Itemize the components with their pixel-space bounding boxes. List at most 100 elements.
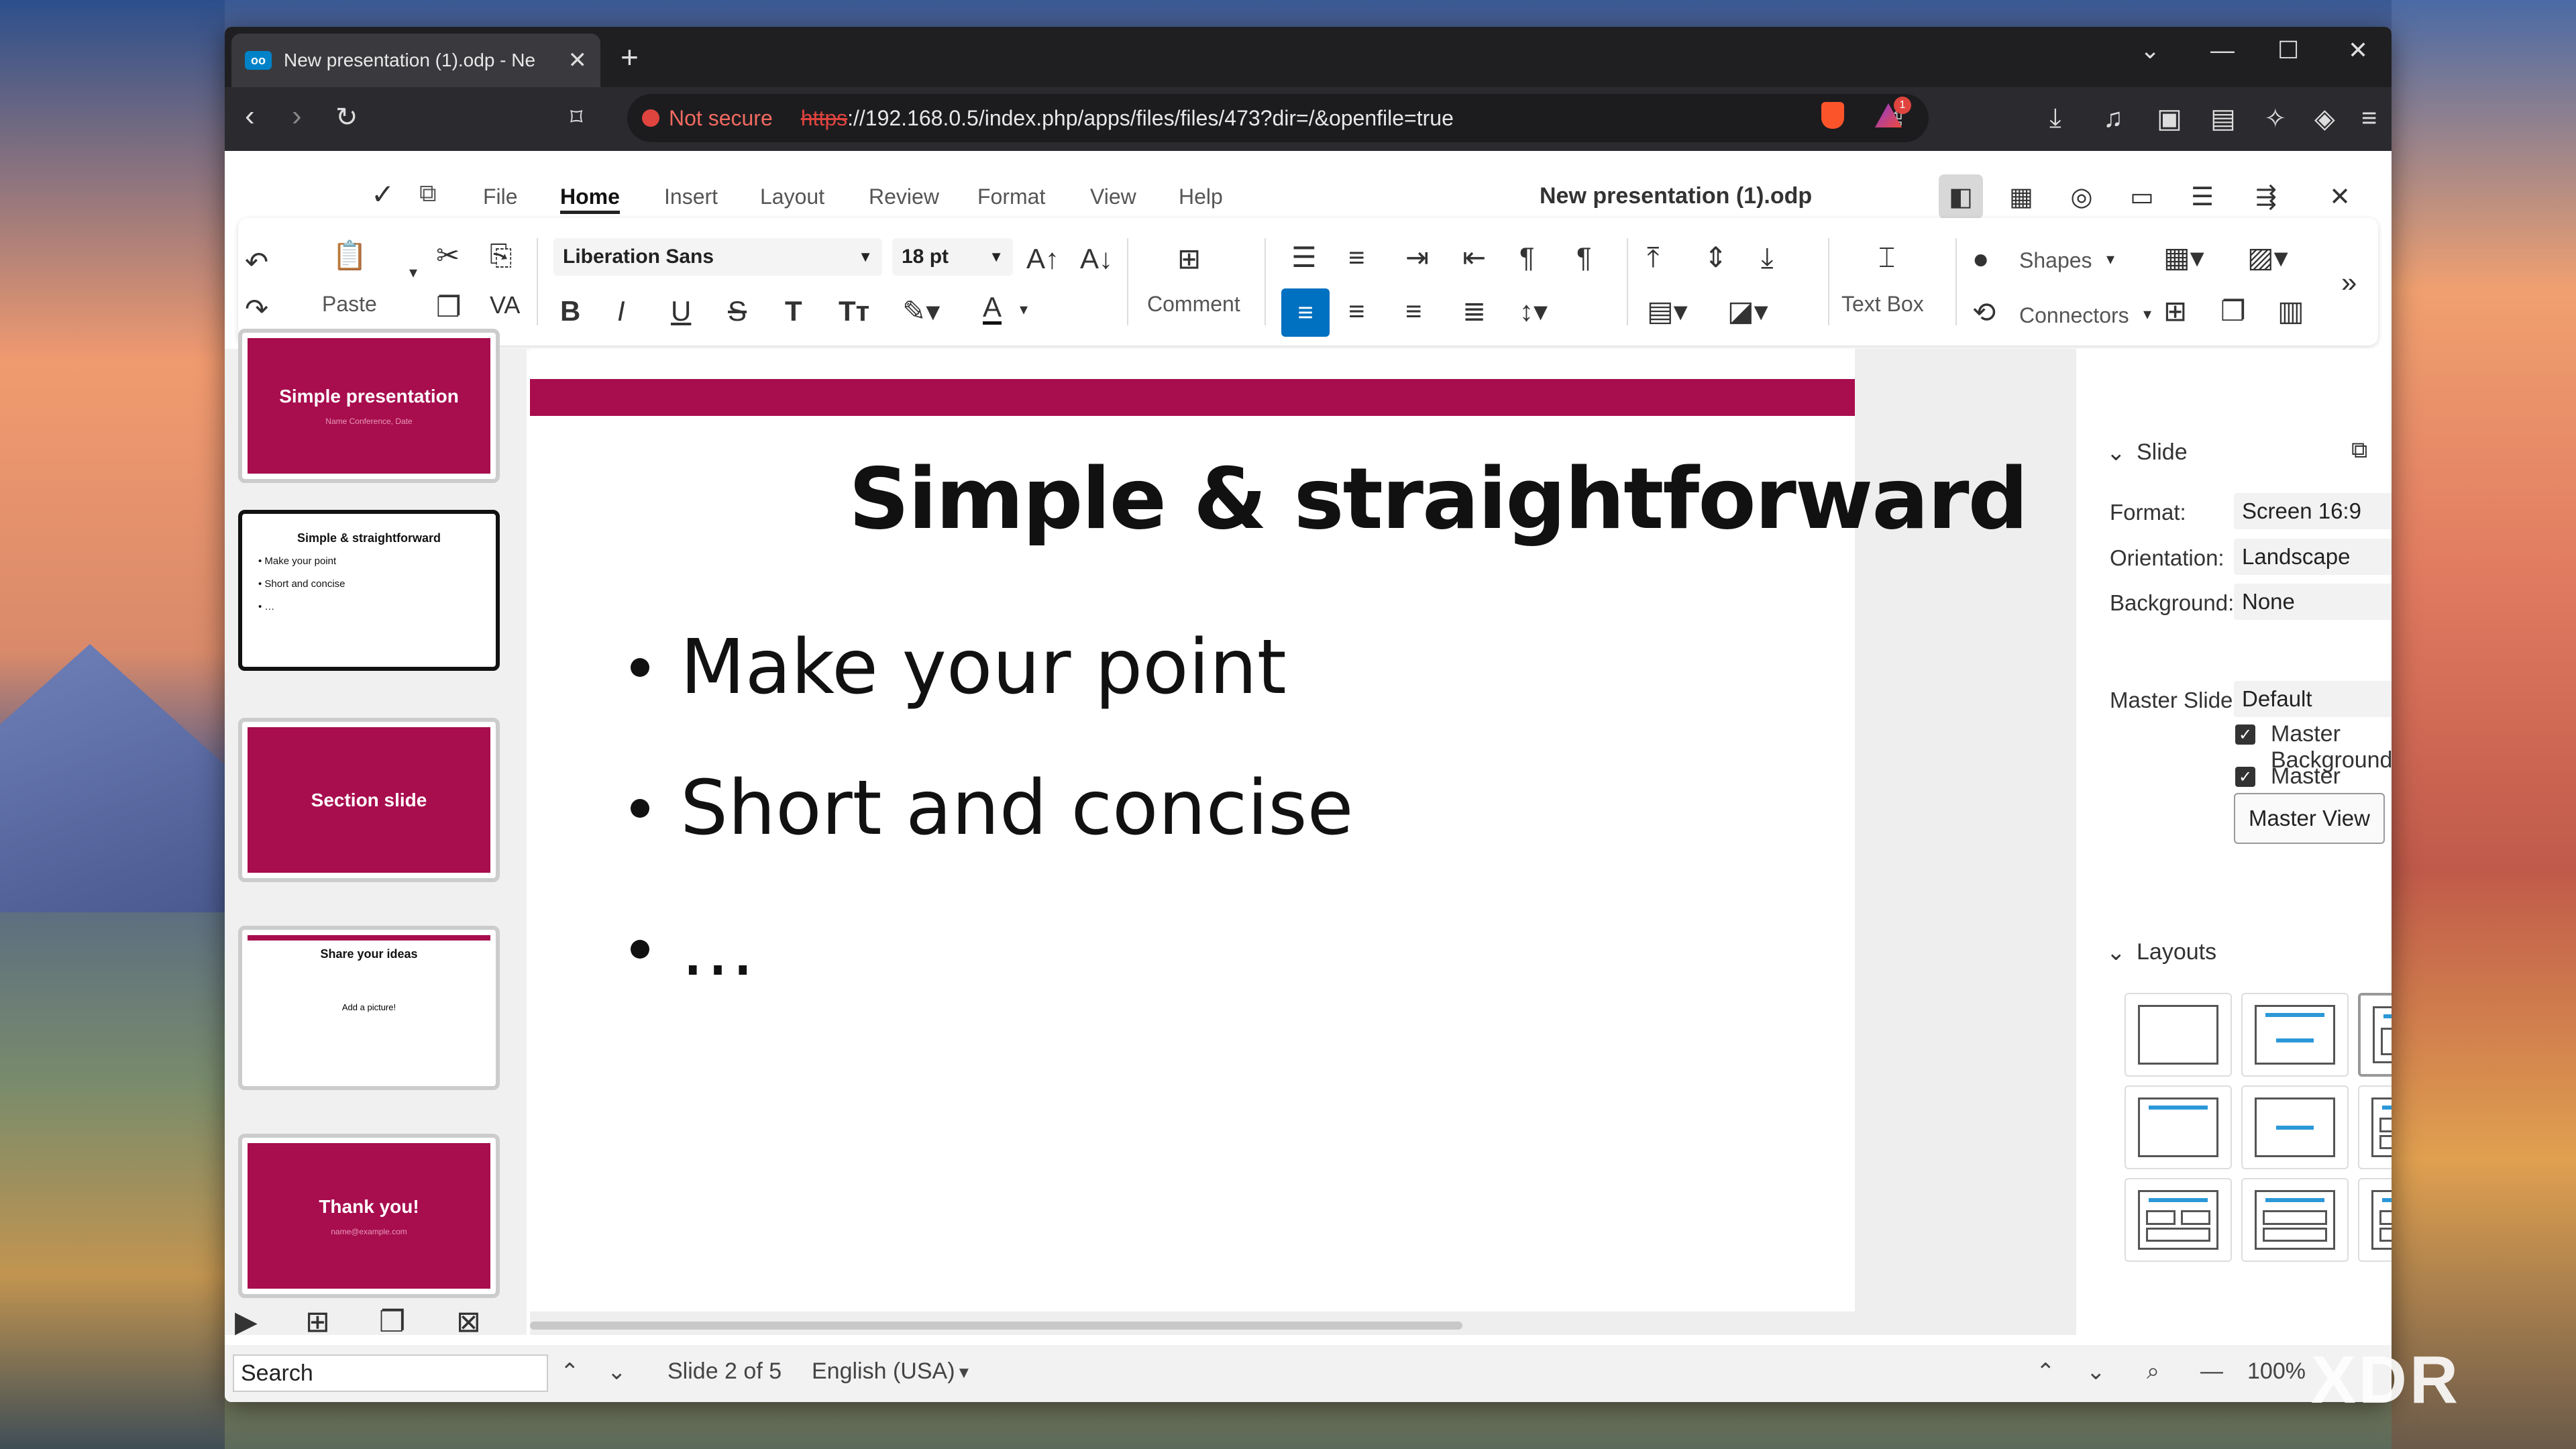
line-style-icon[interactable]: ▤▾ [1647,297,1688,325]
slide-thumbnail-5[interactable]: Thank you! name@example.com [238,1134,500,1298]
menu-icon[interactable]: ≡ [2361,103,2377,133]
master-objects-checkbox[interactable]: ✓ [2235,767,2255,787]
horizontal-scrollbar[interactable] [530,1322,1462,1330]
layout-title-2content-content[interactable] [2358,1085,2392,1169]
search-prev-icon[interactable]: ⌃ [560,1358,580,1385]
not-secure-label[interactable]: Not secure [669,106,773,131]
layout-title-4content[interactable] [2358,1178,2392,1262]
bookmark-icon[interactable]: ⌑ [570,103,582,131]
close-window-icon[interactable]: ✕ [2348,36,2368,64]
layout-blank[interactable] [2125,993,2232,1077]
shapes-label[interactable]: Shapes [2019,248,2092,273]
align-top-icon[interactable]: ⤒ [1647,244,1660,272]
decrease-indent-icon[interactable]: ⇤ [1462,244,1486,272]
more-icon[interactable]: » [2341,268,2357,297]
slide-bullet[interactable]: … [631,906,755,993]
slide-thumbnail-2[interactable]: Simple & straightforward • Make your poi… [238,510,500,671]
delete-slide-icon[interactable]: ⊠ [456,1305,481,1339]
slide-bullet[interactable]: Make your point [631,624,1287,711]
download-icon[interactable]: ⤓ [2049,103,2061,133]
zoom-out-icon[interactable]: — [2200,1358,2223,1385]
comment-icon[interactable]: ⊞ [1177,245,1201,273]
chart-icon[interactable]: ▥ [2277,297,2304,325]
brave-shield-icon[interactable] [1821,102,1844,129]
undo-icon[interactable]: ↶ [245,248,268,276]
search-input[interactable] [233,1354,548,1392]
rtl-icon[interactable]: ¶ [1576,244,1592,272]
master-background-checkbox[interactable]: ✓ [2235,724,2255,745]
language-select[interactable]: English (USA) [812,1358,955,1385]
new-slide-icon[interactable]: ⊞ [2163,297,2187,325]
slide-bullet[interactable]: Short and concise [631,765,1354,852]
search-next-icon[interactable]: ⌄ [607,1358,627,1385]
layout-title-content-over-content[interactable] [2241,1178,2349,1262]
shapes-icon[interactable]: ● [1972,245,1989,273]
menu-view[interactable]: View [1090,184,1136,209]
text-box-label[interactable]: Text Box [1841,292,1924,317]
highlight-icon[interactable]: ✎▾ [902,297,940,325]
transition-icon[interactable]: ▭ [2120,174,2164,219]
document-title[interactable]: New presentation (1).odp [1540,183,1812,209]
present-icon[interactable]: ▶ [235,1305,258,1339]
reload-icon[interactable]: ↻ [335,102,358,133]
font-color-dropdown-icon[interactable]: ▾ [1020,302,1028,318]
paste-icon[interactable]: 📋 [332,241,367,270]
image-icon[interactable]: ▨▾ [2247,244,2288,272]
paste-dropdown-icon[interactable]: ▾ [409,265,417,281]
shapes-dropdown-icon[interactable]: ▾ [2106,252,2114,268]
orientation-select[interactable]: Landscape▼ [2234,539,2392,575]
justify-icon[interactable]: ≣ [1462,297,1486,325]
fill-color-icon[interactable]: ◪▾ [1727,297,1768,325]
animation-icon[interactable]: ◎ [2059,174,2104,219]
text-box-icon[interactable]: ⌶ [1878,244,1895,272]
tab-list-icon[interactable]: ⌄ [2140,36,2160,64]
layout-title-2content-over-content[interactable] [2125,1178,2232,1262]
copy-icon[interactable]: ❐ [436,293,462,321]
menu-layout[interactable]: Layout [760,184,824,209]
menu-format[interactable]: Format [977,184,1045,209]
grow-font-icon[interactable]: A↑ [1026,245,1059,273]
back-icon[interactable]: ‹ [245,99,255,133]
menu-insert[interactable]: Insert [664,184,718,209]
menu-help[interactable]: Help [1179,184,1223,209]
font-name-select[interactable]: Liberation Sans ▼ [553,238,882,276]
url-field[interactable]: Not secure https ://192.168.0.5/index.ph… [627,94,1929,142]
layout-title-only[interactable] [2125,1085,2232,1169]
underline-icon[interactable]: U [671,297,691,325]
connectors-icon[interactable]: ⟲ [1972,299,1996,327]
redo-icon[interactable]: ↷ [245,295,268,323]
align-left-icon[interactable]: ≡ [1281,288,1330,337]
wallet-icon[interactable]: ▤ [2210,103,2236,134]
media-icon[interactable]: ♫ [2103,103,2123,133]
strikethrough-icon[interactable]: S [728,297,747,325]
vpn-icon[interactable]: ◈ [2314,103,2335,134]
align-middle-icon[interactable]: ⇕ [1704,244,1727,272]
caret-down-icon[interactable]: ▼ [956,1364,972,1383]
navigator-icon[interactable]: ⇶ [2244,174,2288,219]
zoom-reset-icon[interactable]: ⌕ [2147,1358,2159,1385]
slide-section-title[interactable]: Slide [2137,439,2188,466]
align-bottom-icon[interactable]: ⤓ [1761,244,1774,272]
layout-title-content[interactable] [2241,993,2349,1077]
menu-file[interactable]: File [483,184,518,209]
browser-tab[interactable]: oo New presentation (1).odp - Ne ✕ [231,34,600,87]
menu-review[interactable]: Review [869,184,939,209]
open-external-icon[interactable]: ⧉ [2351,437,2367,464]
layout-title-box[interactable] [2358,993,2392,1077]
sidebar-icon[interactable]: ▣ [2157,103,2182,134]
ltr-icon[interactable]: ¶ [1519,244,1535,272]
prev-slide-icon[interactable]: ⌃ [2036,1358,2055,1385]
leo-icon[interactable]: ✧ [2264,103,2287,134]
numbered-list-icon[interactable]: ≡ [1348,244,1365,272]
new-tab-icon[interactable]: + [621,39,639,75]
bold-icon[interactable]: B [560,297,580,325]
zoom-level[interactable]: 100% [2247,1358,2306,1385]
slide-thumbnail-4[interactable]: Share your ideas Add a picture! [238,926,500,1090]
table-icon[interactable]: ▦▾ [2163,244,2204,272]
slide-thumbnail-1[interactable]: Simple presentation Name Conference, Date [238,329,500,483]
layouts-section-title[interactable]: Layouts [2137,939,2216,965]
font-color-icon[interactable]: A [983,293,1002,325]
minimize-icon[interactable]: — [2210,36,2235,64]
list-icon[interactable]: ☰ [2180,174,2224,219]
connectors-dropdown-icon[interactable]: ▾ [2143,307,2151,323]
